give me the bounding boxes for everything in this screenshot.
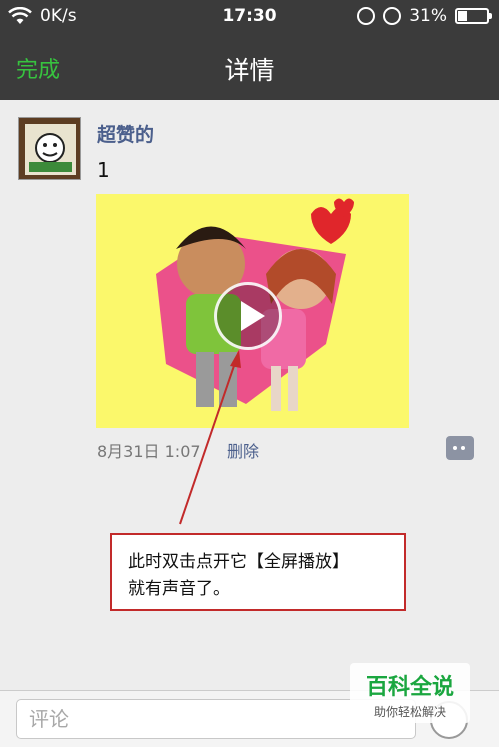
annotation-line-1: 此时双击点开它【全屏播放】 xyxy=(128,552,349,572)
watermark-subtitle: 助你轻松解决 xyxy=(373,705,446,719)
watermark-title: 百科全说 xyxy=(365,675,454,700)
watermark-logo: 百科全说 助你轻松解决 xyxy=(350,663,470,723)
annotation-box: 此时双击点开它【全屏播放】 就有声音了。 xyxy=(110,533,406,611)
annotation-arrow xyxy=(179,350,241,525)
annotation-line-2: 就有声音了。 xyxy=(128,579,230,599)
